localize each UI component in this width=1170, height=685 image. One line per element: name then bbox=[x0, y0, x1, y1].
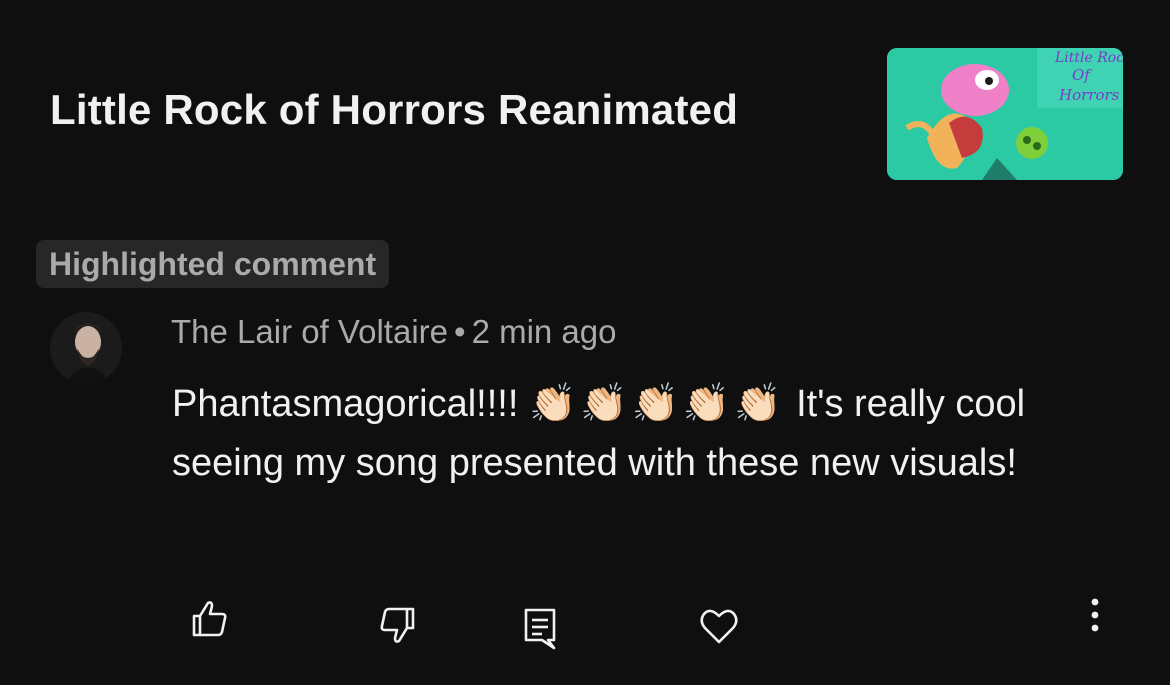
more-vert-icon[interactable] bbox=[1086, 596, 1104, 636]
comment-author[interactable]: The Lair of Voltaire bbox=[171, 313, 448, 350]
comment-meta: The Lair of Voltaire • 2 min ago bbox=[171, 312, 617, 352]
video-title[interactable]: Little Rock of Horrors Reanimated bbox=[50, 86, 738, 134]
thumbnail-text-line-2: Of bbox=[1072, 66, 1092, 84]
thumbnail-text-line-3: Horrors bbox=[1058, 86, 1120, 104]
avatar-image bbox=[50, 312, 122, 384]
thumbs-up-icon[interactable] bbox=[188, 597, 232, 641]
reply-icon[interactable] bbox=[520, 606, 560, 650]
clapping-hands-emoji: 👏🏻👏🏻👏🏻👏🏻👏🏻 bbox=[528, 383, 786, 425]
heart-icon[interactable] bbox=[697, 604, 741, 648]
highlighted-comment-badge: Highlighted comment bbox=[36, 240, 390, 288]
thumbnail-text-line-1: Little Rock bbox=[1054, 50, 1123, 66]
meta-separator: • bbox=[454, 313, 466, 350]
avatar[interactable] bbox=[50, 312, 122, 384]
comment-text: Phantasmagorical!!!! 👏🏻👏🏻👏🏻👏🏻👏🏻 It's rea… bbox=[172, 375, 1102, 493]
comment-time: 2 min ago bbox=[471, 313, 617, 350]
video-thumbnail[interactable]: Little Rock Of Horrors bbox=[887, 48, 1123, 180]
comment-text-before: Phantasmagorical!!!! bbox=[172, 383, 519, 425]
thumbs-down-icon[interactable] bbox=[375, 603, 419, 647]
cartoon-thumbnail-art: Little Rock Of Horrors bbox=[887, 48, 1123, 180]
